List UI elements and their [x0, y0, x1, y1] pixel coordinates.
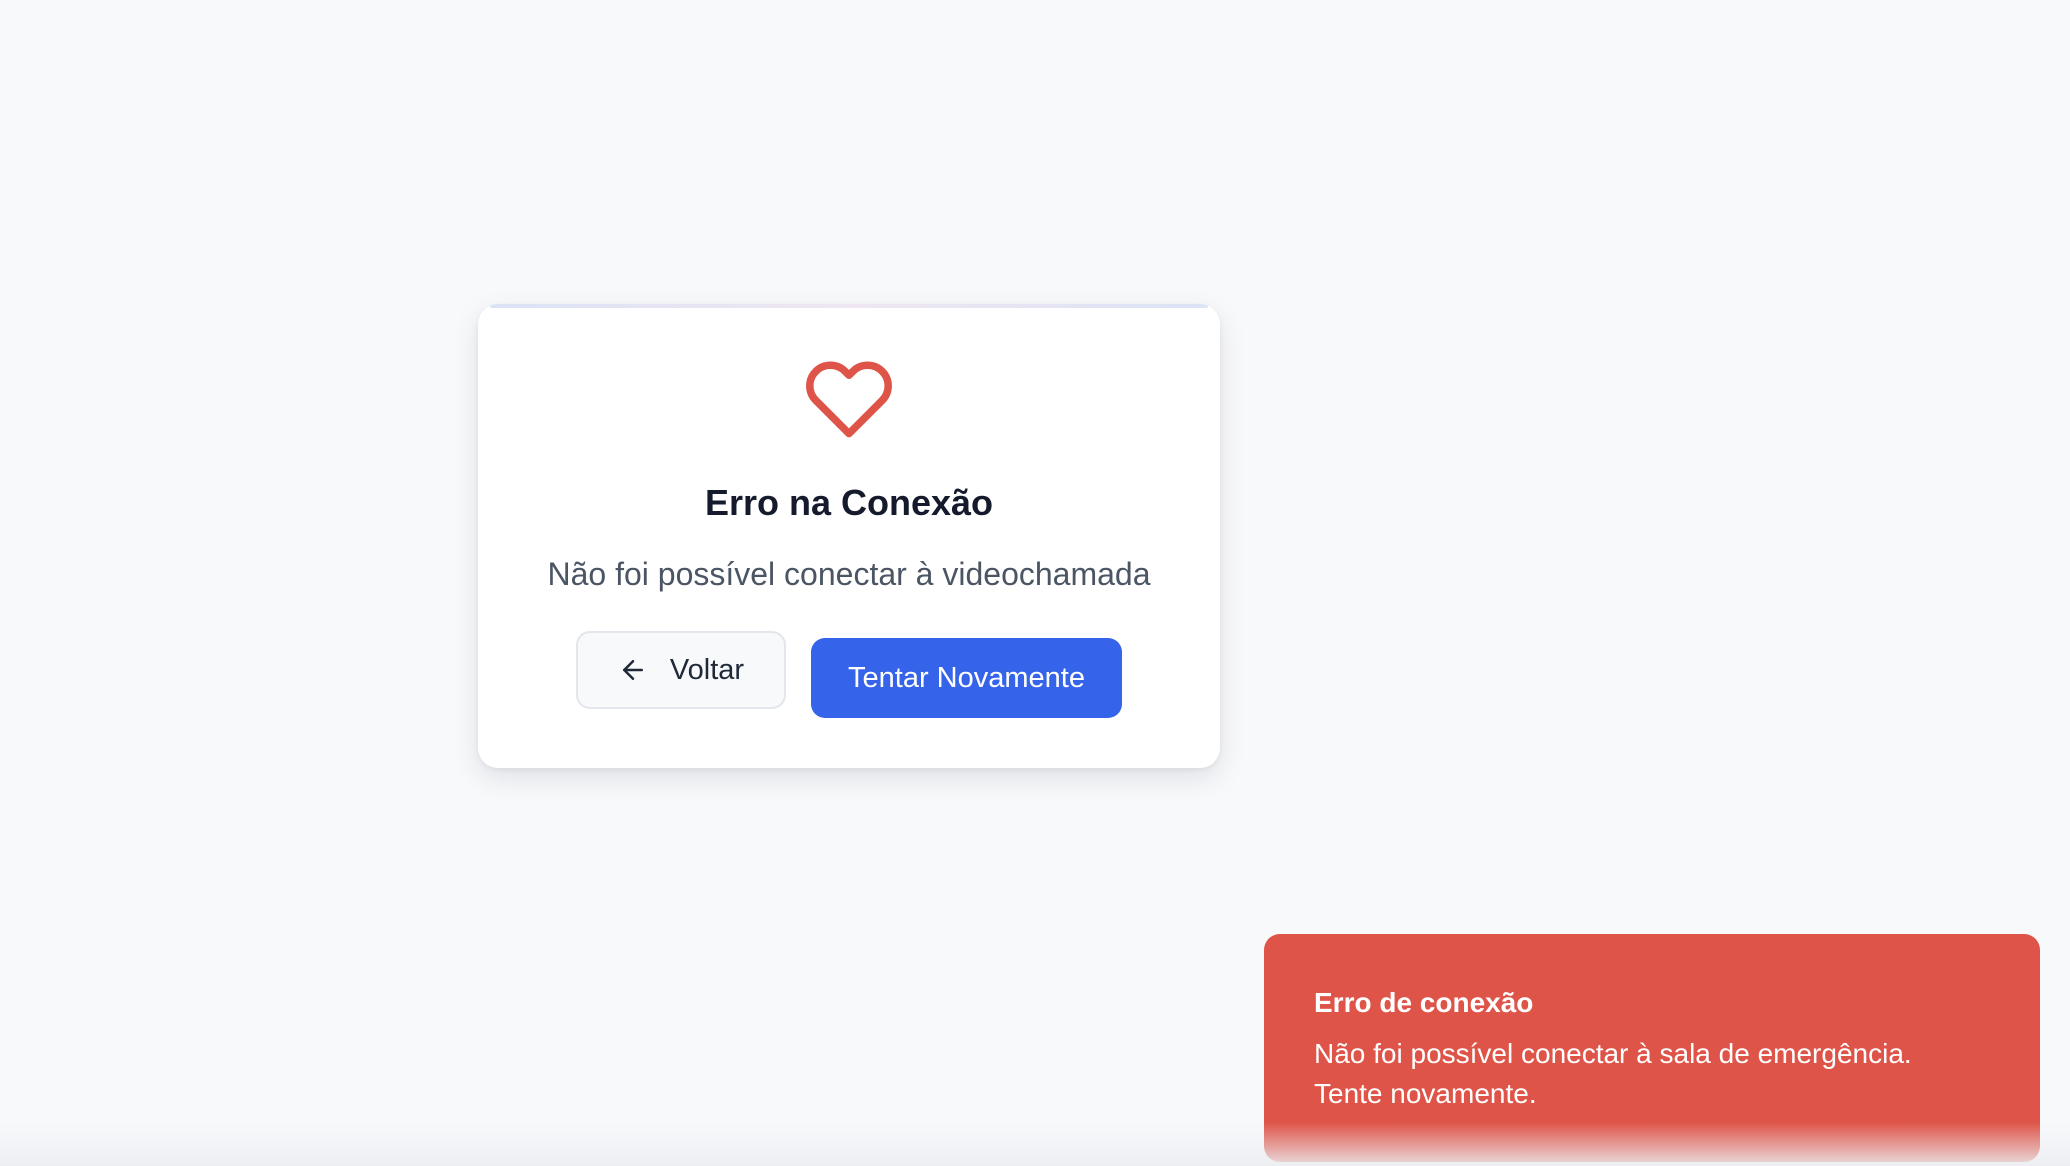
error-subtitle: Não foi possível conectar à videochamada: [547, 556, 1151, 592]
back-button-label: Voltar: [669, 653, 745, 686]
error-title: Erro na Conexão: [704, 482, 994, 523]
bottom-fade: [0, 1122, 2070, 1166]
toast-message: Não foi possível conectar à sala de emer…: [1314, 1038, 1912, 1109]
arrow-left-icon: [622, 660, 643, 680]
card-accent-line: [490, 304, 1208, 308]
retry-button-label: Tentar Novamente: [848, 661, 1085, 694]
retry-button[interactable]: Tentar Novamente: [811, 638, 1122, 718]
error-card: Erro na Conexão Não foi possível conecta…: [478, 304, 1220, 768]
back-button[interactable]: Voltar: [576, 631, 786, 709]
toast-title: Erro de conexão: [1314, 987, 1534, 1018]
heart-icon: [806, 361, 892, 438]
